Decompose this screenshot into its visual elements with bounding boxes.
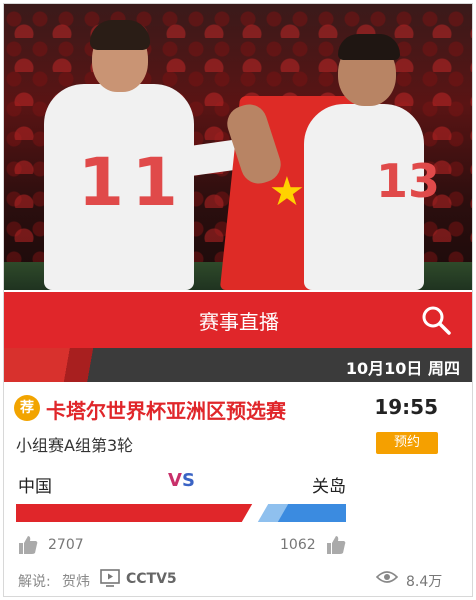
tv-play-icon: [100, 569, 120, 587]
recommend-badge: 荐: [14, 395, 40, 421]
eye-icon: [376, 571, 398, 583]
match-card[interactable]: 11 ★ ★ ★ 13 赛事直播 10月10日 周四 荐 卡塔尔世界杯亚洲区预选…: [3, 3, 473, 597]
away-likes-count: 1062: [280, 537, 316, 553]
broadcast-channel: CCTV5: [126, 571, 177, 587]
vs-label-v: V: [168, 470, 182, 491]
hero-photo[interactable]: 11 ★ ★ ★ 13: [4, 4, 472, 290]
title-bar: 赛事直播: [4, 292, 472, 348]
player-left-hair: [90, 20, 150, 50]
jersey-number-right: 13: [376, 154, 441, 208]
match-date: 10月10日 周四: [345, 359, 460, 378]
thumbs-up-icon[interactable]: [326, 535, 346, 555]
page-title: 赛事直播: [199, 310, 279, 334]
jersey-number-left: 11: [78, 144, 186, 221]
search-icon[interactable]: [420, 304, 452, 336]
view-count: 8.4万: [406, 574, 443, 590]
player-right-hair: [338, 34, 400, 60]
vs-label-s: S: [181, 470, 195, 491]
reserve-button[interactable]: 预约: [376, 432, 438, 454]
match-title[interactable]: 卡塔尔世界杯亚洲区预选赛: [46, 395, 286, 424]
away-team-name: 关岛: [312, 477, 346, 497]
home-team-name: 中国: [18, 477, 52, 497]
thumbs-up-icon[interactable]: [18, 535, 38, 555]
match-round: 小组赛A组第3轮: [16, 436, 134, 455]
date-strip: 10月10日 周四: [4, 348, 472, 382]
commentary-label: 解说:: [18, 574, 51, 590]
vs-label: VS: [168, 470, 195, 491]
home-likes-count: 2707: [48, 537, 84, 553]
support-bar: [16, 504, 346, 522]
date-strip-accent: [4, 348, 134, 382]
match-time: 19:55: [374, 395, 438, 419]
support-bar-home: [16, 504, 253, 522]
commentator-name: 贺炜: [62, 574, 90, 590]
